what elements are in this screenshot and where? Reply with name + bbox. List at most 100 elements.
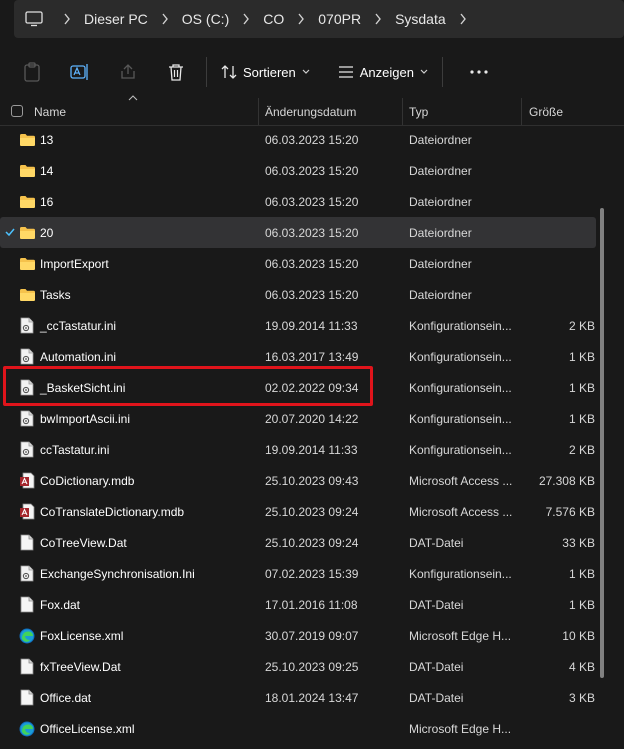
file-type: DAT-Datei bbox=[409, 597, 464, 612]
column-type[interactable]: Typ bbox=[409, 98, 428, 125]
breadcrumb-sysdata[interactable]: Sysdata bbox=[391, 11, 450, 27]
file-name-cell[interactable]: 20 bbox=[18, 217, 256, 248]
file-row[interactable]: FoxLicense.xml 30.07.2019 09:07 Microsoft … bbox=[0, 620, 596, 651]
toolbar-divider bbox=[206, 57, 207, 87]
file-type: Konfigurationsein... bbox=[409, 442, 512, 457]
file-row[interactable]: Tasks 06.03.2023 15:20 Dateiordner bbox=[0, 279, 596, 310]
file-name-cell[interactable]: ExchangeSynchronisation.Ini bbox=[18, 558, 256, 589]
column-divider[interactable] bbox=[258, 98, 259, 125]
file-size: 3 KB bbox=[568, 690, 595, 705]
column-name[interactable]: Name bbox=[34, 98, 66, 125]
file-name-cell[interactable]: _ccTastatur.ini bbox=[18, 310, 256, 341]
folder-icon bbox=[18, 255, 36, 273]
breadcrumb-co[interactable]: CO bbox=[259, 11, 288, 27]
access-db-icon bbox=[18, 472, 36, 490]
rename-icon[interactable] bbox=[56, 52, 104, 92]
file-name-cell[interactable]: ImportExport bbox=[18, 248, 256, 279]
file-type: Dateiordner bbox=[409, 287, 472, 302]
file-name-cell[interactable]: Office.dat bbox=[18, 682, 256, 713]
file-date: 18.01.2024 13:47 bbox=[265, 690, 359, 705]
file-date: 19.09.2014 11:33 bbox=[265, 318, 358, 333]
file-size bbox=[525, 713, 595, 744]
file-name-cell[interactable]: fxTreeView.Dat bbox=[18, 651, 256, 682]
file-date bbox=[265, 713, 395, 744]
file-date: 06.03.2023 15:20 bbox=[265, 287, 359, 302]
sort-button[interactable]: Sortieren bbox=[213, 54, 318, 90]
file-row[interactable]: Fox.dat 17.01.2016 11:08 DAT-Datei 1 KB bbox=[0, 589, 596, 620]
file-size: 7.576 KB bbox=[545, 504, 595, 519]
file-name-cell[interactable]: 13 bbox=[18, 124, 256, 155]
folder-icon bbox=[18, 162, 36, 180]
more-options-icon[interactable] bbox=[459, 54, 499, 90]
file-name-cell[interactable]: Tasks bbox=[18, 279, 256, 310]
file-row[interactable]: Office.dat 18.01.2024 13:47 DAT-Datei 3 KB bbox=[0, 682, 596, 713]
delete-icon[interactable] bbox=[152, 52, 200, 92]
file-icon bbox=[18, 689, 36, 707]
file-row[interactable]: fxTreeView.Dat 25.10.2023 09:25 DAT-Datei 4… bbox=[0, 651, 596, 682]
file-row[interactable]: ccTastatur.ini 19.09.2014 11:33 Konfigurat… bbox=[0, 434, 596, 465]
file-date: 25.10.2023 09:43 bbox=[265, 473, 359, 488]
file-name-cell[interactable]: 16 bbox=[18, 186, 256, 217]
file-name-cell[interactable]: Fox.dat bbox=[18, 589, 256, 620]
file-row[interactable]: ImportExport 06.03.2023 15:20 Dateiordner bbox=[0, 248, 596, 279]
file-name: 16 bbox=[40, 194, 54, 209]
file-list: 13 06.03.2023 15:20 Dateiordner 14 06.03.202… bbox=[0, 124, 600, 749]
file-type: Konfigurationsein... bbox=[409, 318, 512, 333]
file-name: Automation.ini bbox=[40, 349, 117, 364]
file-row[interactable]: CoTreeView.Dat 25.10.2023 09:24 DAT-Datei 3… bbox=[0, 527, 596, 558]
file-name-cell[interactable]: ccTastatur.ini bbox=[18, 434, 256, 465]
column-divider[interactable] bbox=[521, 98, 522, 125]
paste-icon[interactable] bbox=[8, 52, 56, 92]
file-row[interactable]: OfficeLicense.xml Microsoft Edge H... bbox=[0, 713, 596, 744]
file-date: 06.03.2023 15:20 bbox=[265, 225, 359, 240]
address-bar[interactable]: Dieser PC OS (C:) CO 070PR Sysdata bbox=[14, 0, 624, 38]
file-row[interactable]: CoDictionary.mdb 25.10.2023 09:43 Microsof… bbox=[0, 465, 596, 496]
file-row[interactable]: 20 06.03.2023 15:20 Dateiordner bbox=[0, 217, 596, 248]
file-name-cell[interactable]: bwImportAscii.ini bbox=[18, 403, 256, 434]
file-name-cell[interactable]: CoDictionary.mdb bbox=[18, 465, 256, 496]
file-name: 14 bbox=[40, 163, 54, 178]
column-size[interactable]: Größe bbox=[529, 98, 563, 125]
breadcrumb-os-c[interactable]: OS (C:) bbox=[178, 11, 233, 27]
file-size bbox=[525, 248, 595, 279]
vertical-scrollbar[interactable] bbox=[600, 208, 604, 678]
file-name-cell[interactable]: CoTreeView.Dat bbox=[18, 527, 256, 558]
file-date: 19.09.2014 11:33 bbox=[265, 442, 358, 457]
list-view-icon bbox=[338, 66, 353, 78]
breadcrumb-dieser-pc[interactable]: Dieser PC bbox=[80, 11, 152, 27]
chevron-right-icon bbox=[365, 13, 391, 25]
chevron-down-icon bbox=[420, 69, 428, 74]
file-name: Tasks bbox=[40, 287, 71, 302]
view-button[interactable]: Anzeigen bbox=[330, 54, 436, 90]
file-name-cell[interactable]: 14 bbox=[18, 155, 256, 186]
file-size: 1 KB bbox=[568, 566, 595, 581]
file-row[interactable]: bwImportAscii.ini 20.07.2020 14:22 Konfigu… bbox=[0, 403, 596, 434]
breadcrumb-070pr[interactable]: 070PR bbox=[314, 11, 365, 27]
file-date: 17.01.2016 11:08 bbox=[265, 597, 358, 612]
column-divider[interactable] bbox=[402, 98, 403, 125]
file-date: 06.03.2023 15:20 bbox=[265, 194, 359, 209]
file-size: 10 KB bbox=[562, 628, 595, 643]
file-row[interactable]: 14 06.03.2023 15:20 Dateiordner bbox=[0, 155, 596, 186]
file-row[interactable]: 13 06.03.2023 15:20 Dateiordner bbox=[0, 124, 596, 155]
pc-icon[interactable] bbox=[14, 11, 54, 27]
file-row[interactable]: CoTranslateDictionary.mdb 25.10.2023 09:2… bbox=[0, 496, 596, 527]
file-name-cell[interactable]: CoTranslateDictionary.mdb bbox=[18, 496, 256, 527]
file-row[interactable]: _ccTastatur.ini 19.09.2014 11:33 Konfigura… bbox=[0, 310, 596, 341]
chevron-right-icon[interactable] bbox=[450, 13, 476, 25]
file-row[interactable]: 16 06.03.2023 15:20 Dateiordner bbox=[0, 186, 596, 217]
share-icon[interactable] bbox=[104, 52, 152, 92]
checkmark-icon[interactable] bbox=[4, 226, 16, 238]
file-name-cell[interactable]: OfficeLicense.xml bbox=[18, 713, 256, 744]
sort-ascending-icon bbox=[128, 95, 138, 101]
file-name-cell[interactable]: FoxLicense.xml bbox=[18, 620, 256, 651]
file-name: ccTastatur.ini bbox=[40, 442, 110, 457]
select-all-checkbox[interactable] bbox=[11, 105, 23, 117]
column-date[interactable]: Änderungsdatum bbox=[265, 98, 356, 125]
file-row[interactable]: ExchangeSynchronisation.Ini 07.02.2023 15… bbox=[0, 558, 596, 589]
file-type: DAT-Datei bbox=[409, 690, 464, 705]
config-file-icon bbox=[18, 410, 36, 428]
file-size: 4 KB bbox=[568, 659, 595, 674]
file-date: 06.03.2023 15:20 bbox=[265, 132, 359, 147]
file-size bbox=[525, 279, 595, 310]
